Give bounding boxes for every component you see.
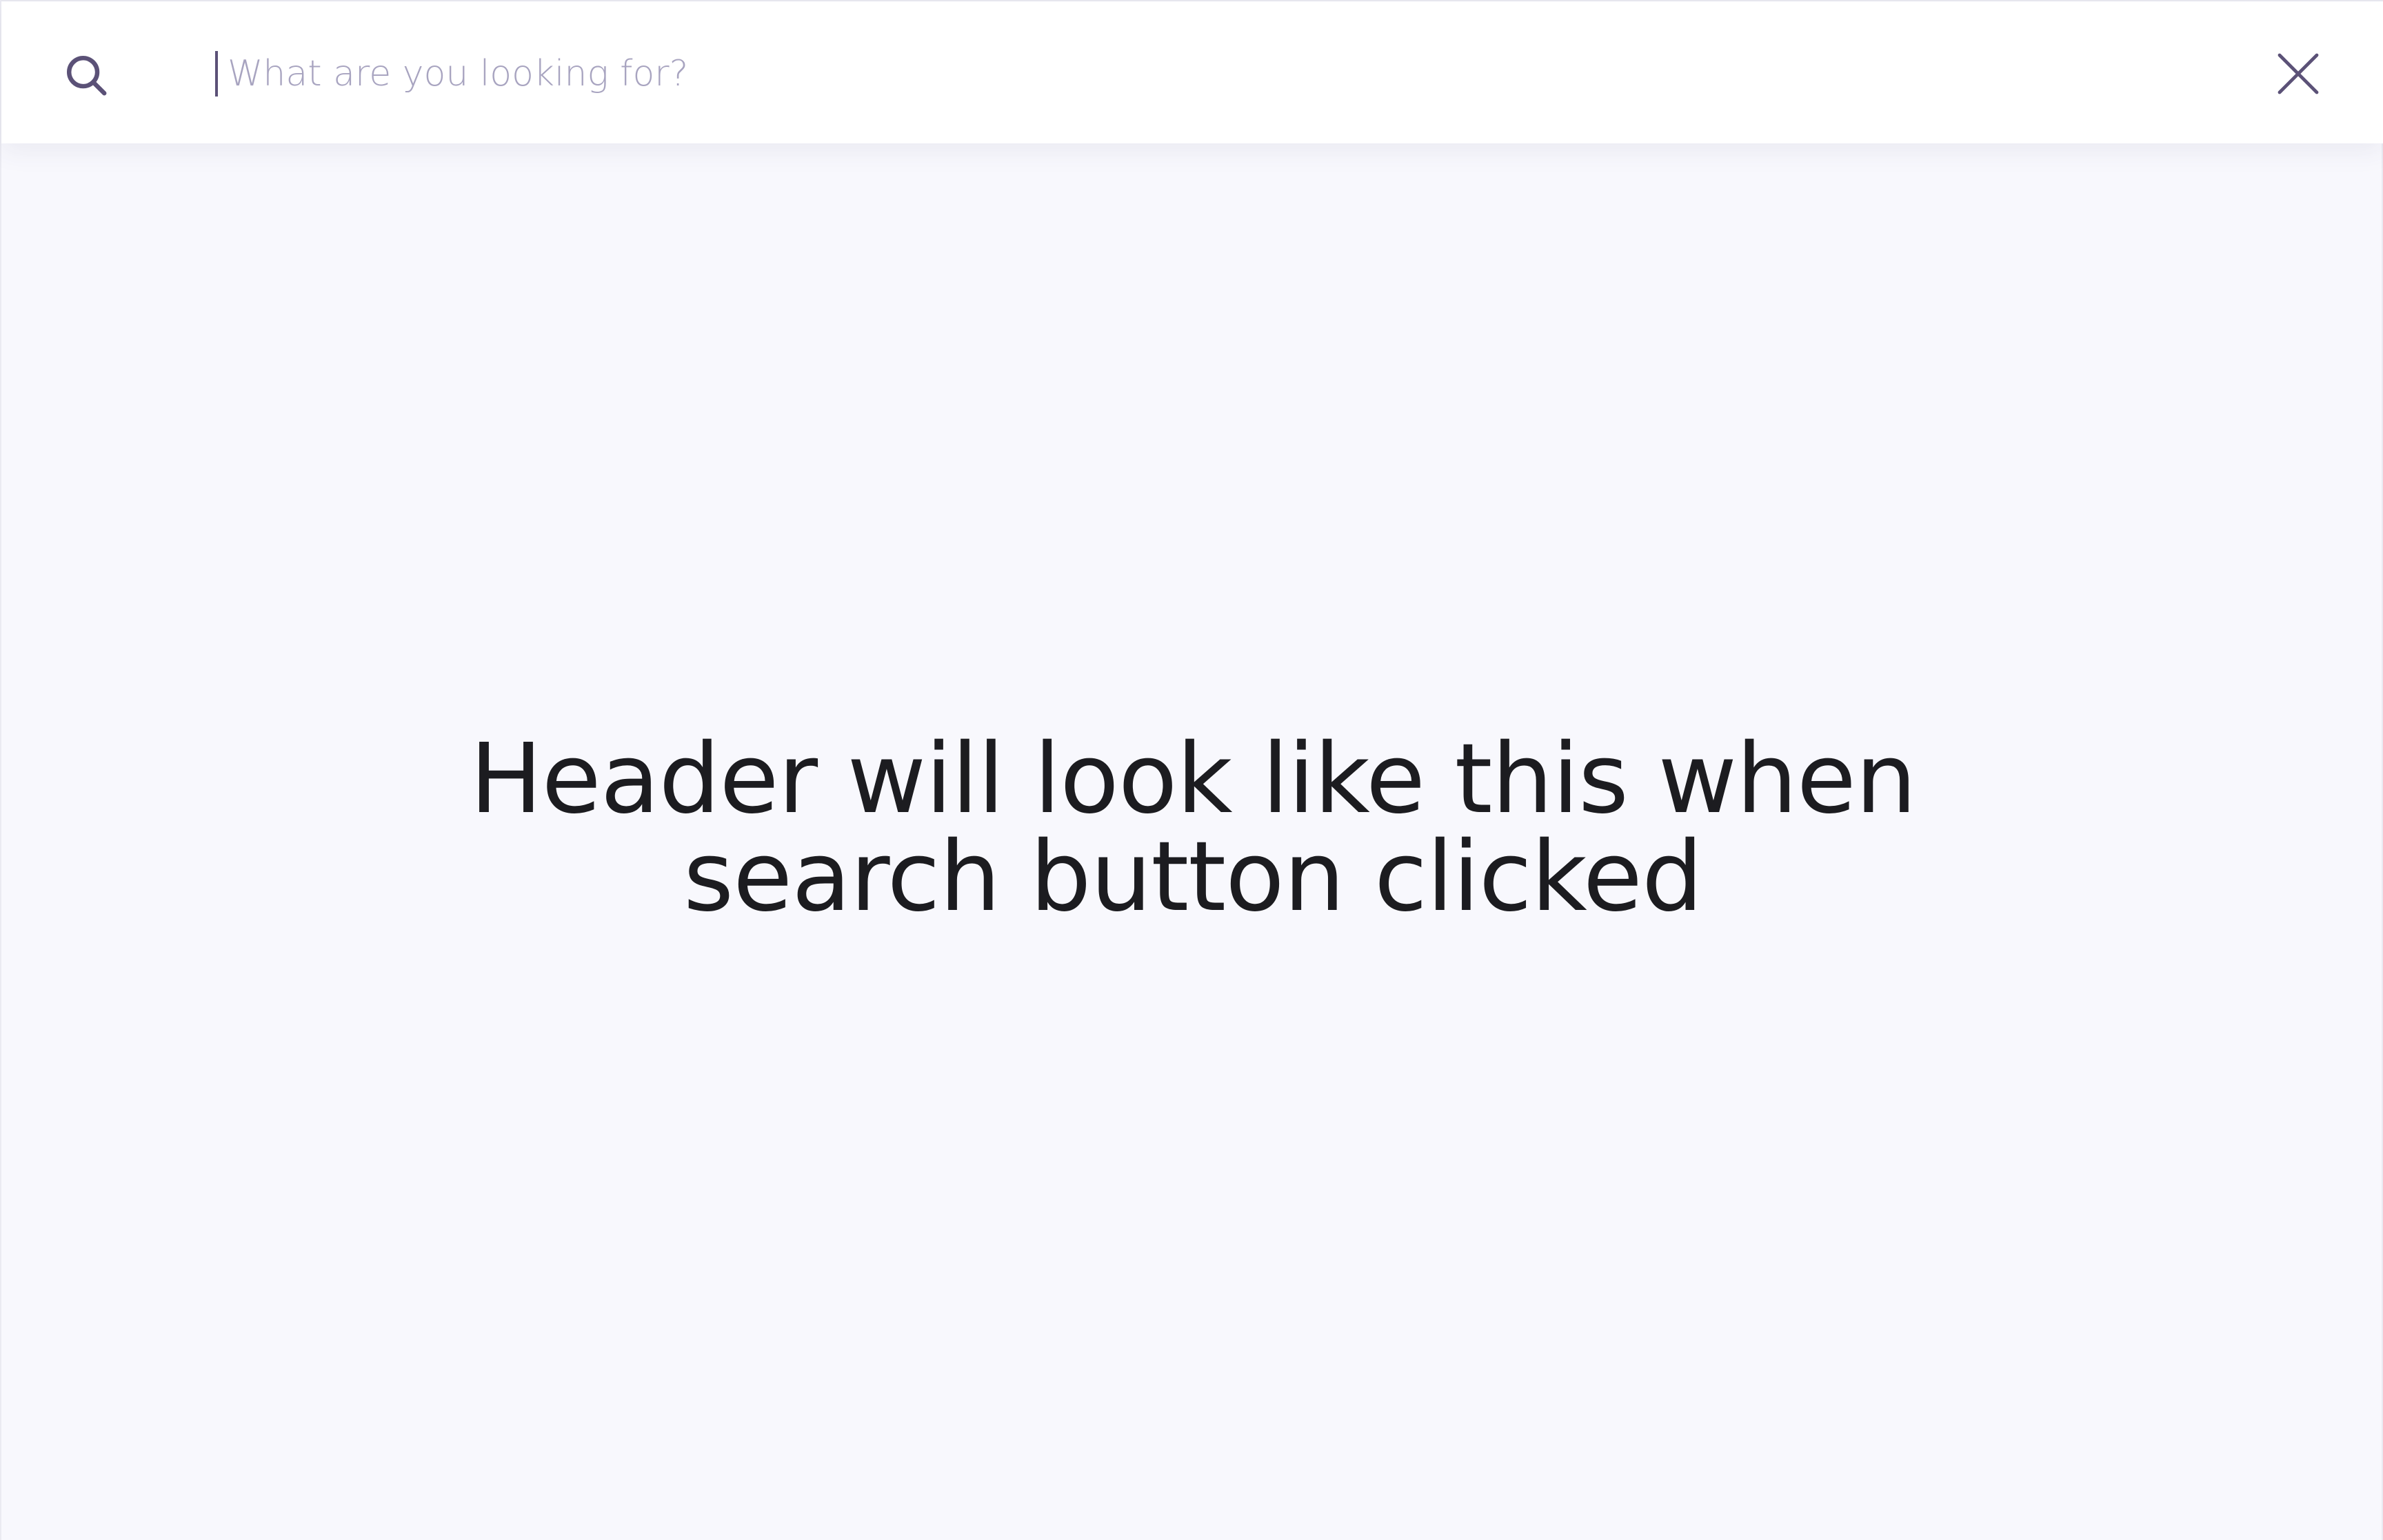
search-icon[interactable]: [62, 51, 110, 99]
text-caret: [215, 51, 218, 97]
page: Header will look like this when search b…: [0, 0, 2383, 1540]
search-header: [1, 0, 2383, 143]
close-icon: [2278, 53, 2319, 94]
main-message: Header will look like this when search b…: [1, 731, 2383, 926]
search-input[interactable]: [228, 43, 2227, 105]
message-line-2: search button clicked: [683, 821, 1703, 933]
message-line-1: Header will look like this when: [470, 723, 1916, 835]
close-button[interactable]: [2270, 45, 2326, 102]
